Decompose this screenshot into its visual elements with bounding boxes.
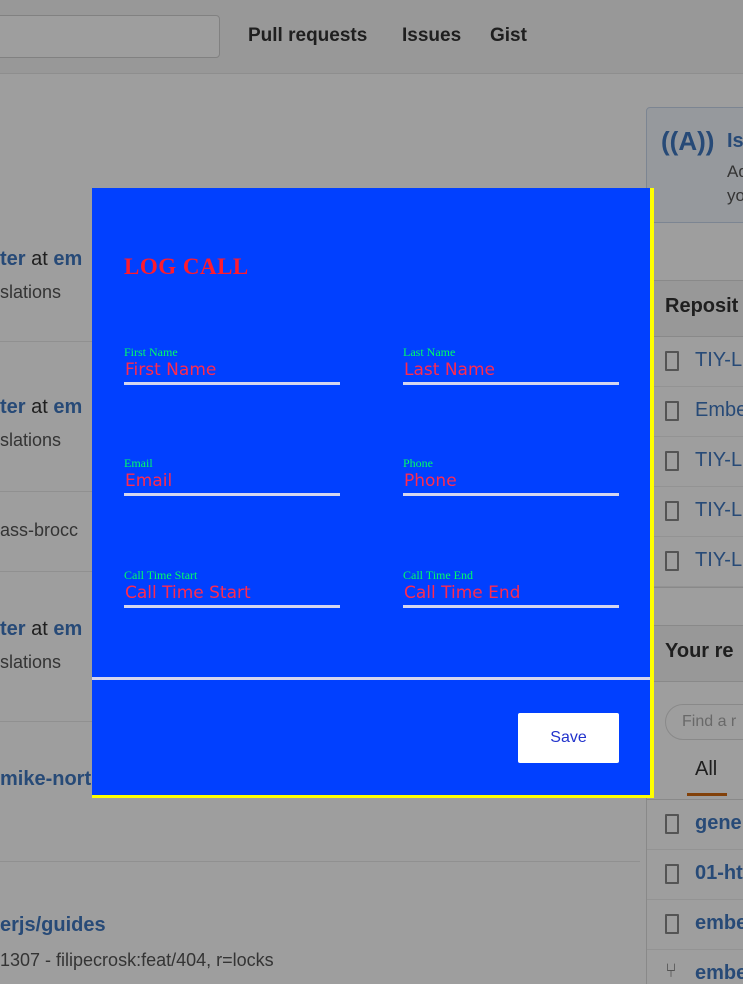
save-button[interactable]: Save: [518, 713, 619, 763]
last-name-label: Last Name: [403, 345, 456, 359]
phone-input[interactable]: [403, 470, 619, 496]
last-name-input[interactable]: [403, 359, 619, 385]
email-field: Email: [124, 456, 340, 496]
call-time-start-input[interactable]: [124, 582, 340, 608]
call-time-end-label: Call Time End: [403, 568, 474, 582]
first-name-input[interactable]: [124, 359, 340, 385]
last-name-field: Last Name: [403, 345, 619, 385]
email-input[interactable]: [124, 470, 340, 496]
first-name-field: First Name: [124, 345, 340, 385]
phone-field: Phone: [403, 456, 619, 496]
modal-footer-divider: [92, 677, 650, 680]
call-time-start-field: Call Time Start: [124, 568, 340, 608]
email-label: Email: [124, 456, 153, 470]
modal-title: LOG CALL: [124, 254, 249, 279]
first-name-label: First Name: [124, 345, 178, 359]
phone-label: Phone: [403, 456, 433, 470]
call-time-end-input[interactable]: [403, 582, 619, 608]
call-time-end-field: Call Time End: [403, 568, 619, 608]
log-call-modal: LOG CALL First Name Last Name Email Phon…: [92, 188, 654, 798]
call-time-start-label: Call Time Start: [124, 568, 198, 582]
